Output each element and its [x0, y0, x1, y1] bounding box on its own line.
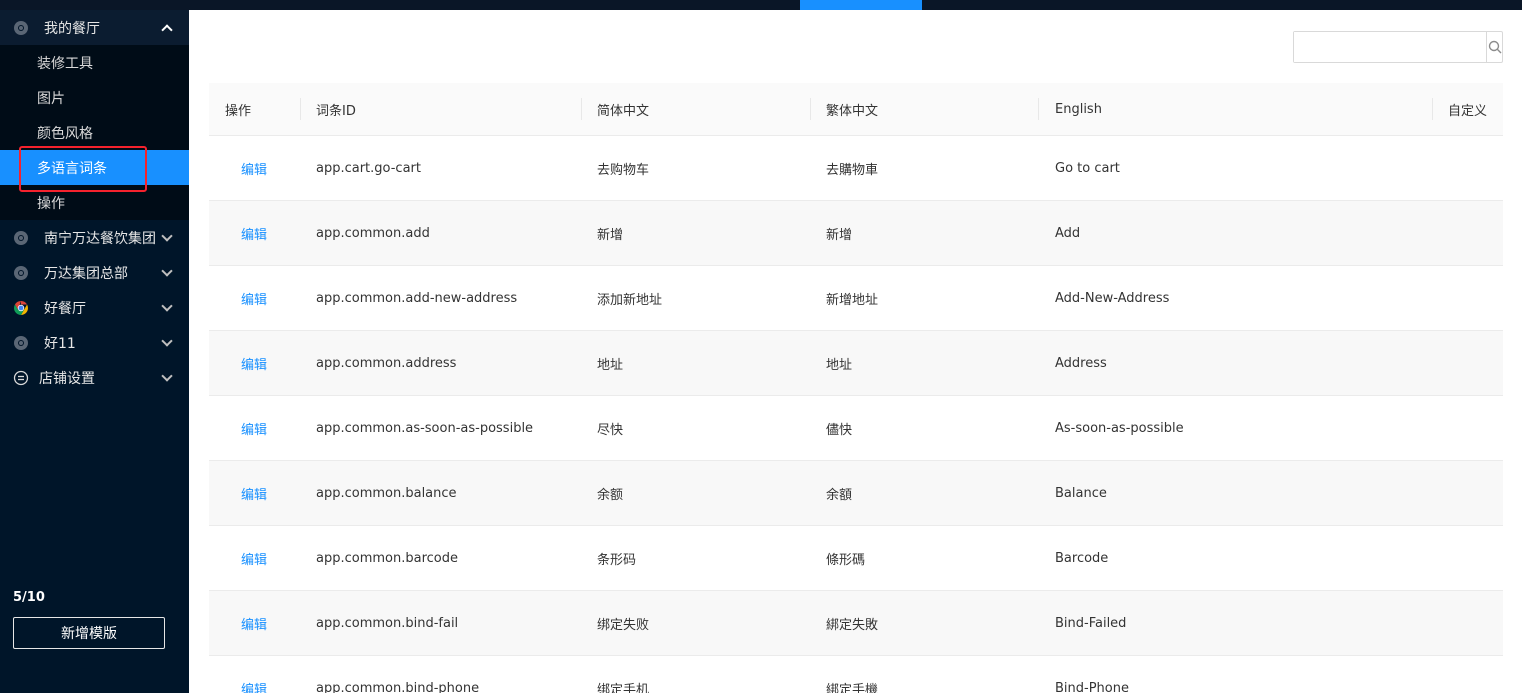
- menu-group-my-restaurant: 我的餐厅 装修工具 图片 颜色风格 多语言词条 操作: [0, 10, 189, 220]
- menu-head-hao11[interactable]: 好11: [0, 325, 189, 360]
- column-header-english: English: [1038, 83, 1432, 135]
- menu-head-store-settings[interactable]: 店铺设置: [0, 360, 189, 395]
- table-row: 编辑 app.cart.go-cart 去购物车 去購物車 Go to cart: [209, 136, 1503, 201]
- table-row: 编辑 app.common.address 地址 地址 Address: [209, 331, 1503, 396]
- chrome-icon: [12, 334, 30, 352]
- traditional-chinese-cell: 綁定失敗: [826, 617, 879, 633]
- template-usage-count: 5/10: [13, 590, 45, 605]
- terms-table: 操作 词条ID 简体中文 繁体中文 English 自定义 编辑 app.car…: [209, 83, 1503, 693]
- column-header-term-id: 词条ID: [300, 83, 581, 135]
- english-cell: Add: [1055, 225, 1081, 241]
- column-header-simplified-chinese: 简体中文: [581, 83, 810, 135]
- term-id-cell: app.cart.go-cart: [316, 160, 421, 176]
- edit-link[interactable]: 编辑: [241, 228, 267, 243]
- simplified-chinese-cell: 余额: [597, 487, 624, 503]
- table-row: 编辑 app.common.bind-phone 绑定手机 綁定手機 Bind-…: [209, 656, 1503, 693]
- simplified-chinese-cell: 绑定手机: [597, 682, 650, 693]
- menu-head-nanning-wanda[interactable]: 南宁万达餐饮集团: [0, 220, 189, 255]
- menu-head-my-restaurant[interactable]: 我的餐厅: [0, 10, 189, 45]
- menu-head-wanda-hq[interactable]: 万达集团总部: [0, 255, 189, 290]
- traditional-chinese-cell: 新增地址: [826, 292, 879, 308]
- edit-link[interactable]: 编辑: [241, 293, 267, 308]
- simplified-chinese-cell: 尽快: [597, 422, 624, 438]
- active-tab-indicator[interactable]: [800, 0, 922, 10]
- sidebar-footer: 5/10 新增模版: [13, 590, 165, 649]
- table-row: 编辑 app.common.as-soon-as-possible 尽快 儘快 …: [209, 396, 1503, 461]
- sidebar-item-color-style[interactable]: 颜色风格: [0, 115, 189, 150]
- menu-group-hao11: 好11: [0, 325, 189, 360]
- search-icon: [1488, 40, 1501, 54]
- submenu-my-restaurant: 装修工具 图片 颜色风格 多语言词条 操作: [0, 45, 189, 220]
- traditional-chinese-cell: 余額: [826, 487, 853, 503]
- column-header-custom: 自定义: [1432, 83, 1503, 135]
- menu-group-good-restaurant: 好餐厅: [0, 290, 189, 325]
- simplified-chinese-cell: 去购物车: [597, 162, 650, 178]
- search-button[interactable]: [1486, 32, 1502, 62]
- simplified-chinese-cell: 条形码: [597, 552, 637, 568]
- search-input[interactable]: [1294, 32, 1486, 62]
- term-id-cell: app.common.address: [316, 355, 457, 371]
- traditional-chinese-cell: 綁定手機: [826, 682, 879, 693]
- sidebar-item-decoration-tools[interactable]: 装修工具: [0, 45, 189, 80]
- edit-link[interactable]: 编辑: [241, 683, 267, 693]
- simplified-chinese-cell: 绑定失败: [597, 617, 650, 633]
- english-cell: Bind-Phone: [1055, 680, 1129, 693]
- sidebar-item-operations[interactable]: 操作: [0, 185, 189, 220]
- term-id-cell: app.common.bind-phone: [316, 680, 480, 693]
- chrome-color-icon: [12, 299, 30, 317]
- edit-link[interactable]: 编辑: [241, 553, 267, 568]
- column-header-traditional-chinese: 繁体中文: [810, 83, 1038, 135]
- traditional-chinese-cell: 新增: [826, 227, 853, 243]
- english-cell: Barcode: [1055, 550, 1109, 566]
- traditional-chinese-cell: 儘快: [826, 422, 853, 438]
- chrome-icon: [12, 19, 30, 37]
- sidebar-item-images[interactable]: 图片: [0, 80, 189, 115]
- edit-link[interactable]: 编辑: [241, 488, 267, 503]
- menu-head-good-restaurant[interactable]: 好餐厅: [0, 290, 189, 325]
- table-row: 编辑 app.common.barcode 条形码 條形碼 Barcode: [209, 526, 1503, 591]
- edit-link[interactable]: 编辑: [241, 163, 267, 178]
- top-nav-bar: [0, 0, 1522, 10]
- new-template-button[interactable]: 新增模版: [13, 617, 165, 649]
- table-body: 编辑 app.cart.go-cart 去购物车 去購物車 Go to cart…: [209, 136, 1503, 693]
- menu-group-nanning-wanda: 南宁万达餐饮集团: [0, 220, 189, 255]
- english-cell: Balance: [1055, 485, 1107, 501]
- edit-link[interactable]: 编辑: [241, 423, 267, 438]
- sidebar-item-multilingual-terms[interactable]: 多语言词条: [0, 150, 189, 185]
- term-id-cell: app.common.add-new-address: [316, 290, 518, 306]
- table-row: 编辑 app.common.balance 余额 余額 Balance: [209, 461, 1503, 526]
- menu-group-wanda-hq: 万达集团总部: [0, 255, 189, 290]
- menu-circle-icon: [12, 369, 30, 387]
- traditional-chinese-cell: 去購物車: [826, 162, 879, 178]
- traditional-chinese-cell: 地址: [826, 357, 853, 373]
- simplified-chinese-cell: 新增: [597, 227, 624, 243]
- term-id-cell: app.common.balance: [316, 485, 457, 501]
- english-cell: As-soon-as-possible: [1055, 420, 1184, 436]
- table-row: 编辑 app.common.add-new-address 添加新地址 新增地址…: [209, 266, 1503, 331]
- term-id-cell: app.common.bind-fail: [316, 615, 459, 631]
- chrome-icon: [12, 264, 30, 282]
- table-header: 操作 词条ID 简体中文 繁体中文 English 自定义: [209, 83, 1503, 136]
- traditional-chinese-cell: 條形碼: [826, 552, 866, 568]
- table-row: 编辑 app.common.add 新增 新增 Add: [209, 201, 1503, 266]
- menu-group-store-settings: 店铺设置: [0, 360, 189, 395]
- term-id-cell: app.common.add: [316, 225, 430, 241]
- edit-link[interactable]: 编辑: [241, 618, 267, 633]
- chrome-icon: [12, 229, 30, 247]
- search-box: [1293, 31, 1503, 63]
- table-row: 编辑 app.common.bind-fail 绑定失败 綁定失敗 Bind-F…: [209, 591, 1503, 656]
- english-cell: Address: [1055, 355, 1107, 371]
- term-id-cell: app.common.barcode: [316, 550, 458, 566]
- english-cell: Add-New-Address: [1055, 290, 1170, 306]
- simplified-chinese-cell: 地址: [597, 357, 624, 373]
- edit-link[interactable]: 编辑: [241, 358, 267, 373]
- english-cell: Bind-Failed: [1055, 615, 1127, 631]
- simplified-chinese-cell: 添加新地址: [597, 292, 663, 308]
- english-cell: Go to cart: [1055, 160, 1120, 176]
- term-id-cell: app.common.as-soon-as-possible: [316, 420, 534, 436]
- column-header-action: 操作: [225, 103, 252, 119]
- sidebar: 我的餐厅 装修工具 图片 颜色风格 多语言词条 操作 南宁万达餐饮集团 万达集团…: [0, 10, 189, 693]
